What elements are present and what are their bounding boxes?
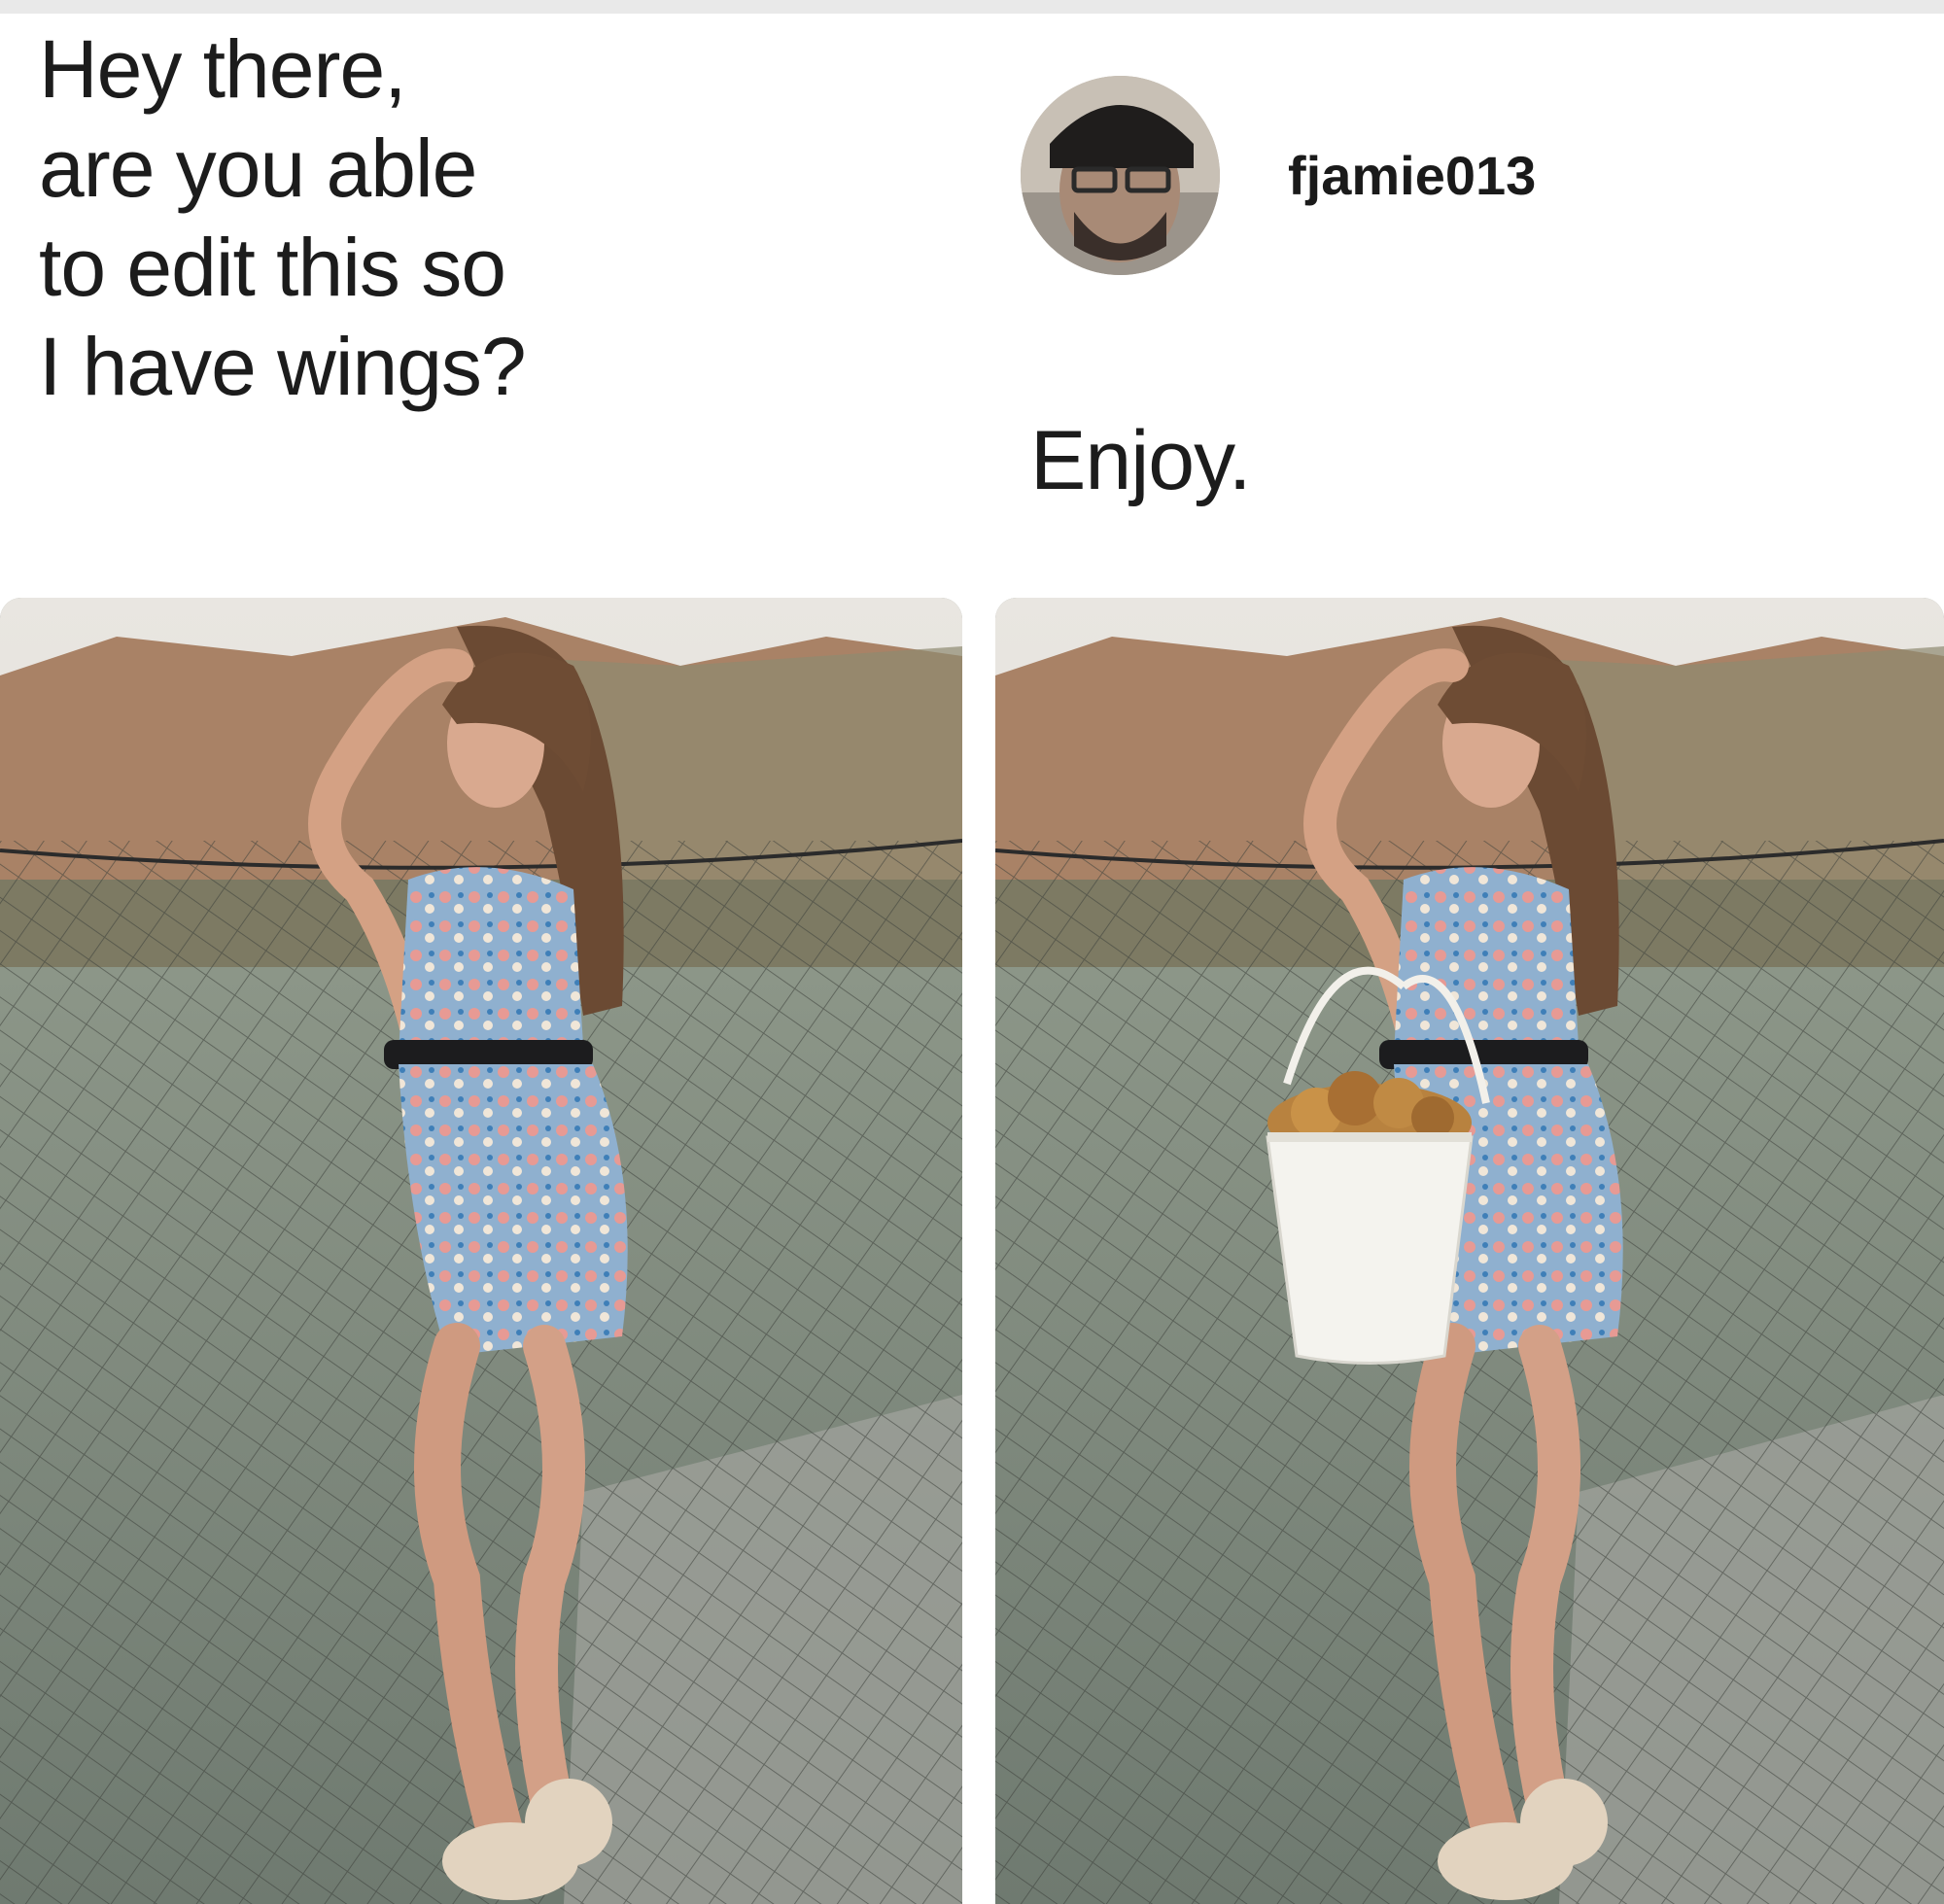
request-line: Hey there, [39, 23, 407, 115]
reply-message: Enjoy. [1030, 414, 1252, 507]
request-line: I have wings? [39, 321, 527, 412]
request-line: are you able [39, 122, 477, 214]
top-divider [0, 0, 1944, 14]
request-line: to edit this so [39, 222, 506, 313]
profile-avatar-icon[interactable] [1021, 76, 1220, 275]
original-photo [0, 598, 962, 1904]
reply-username[interactable]: fjamie013 [1288, 144, 1536, 207]
edited-photo [995, 598, 1944, 1904]
request-caption: Hey there, are you able to edit this so … [39, 19, 914, 416]
